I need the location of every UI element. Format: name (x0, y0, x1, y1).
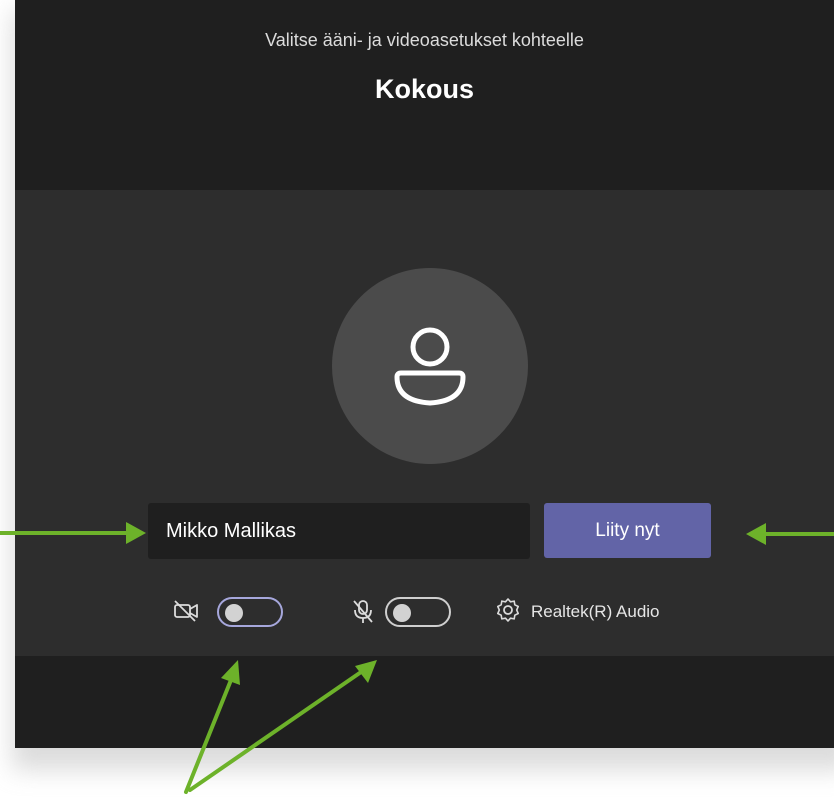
prejoin-window: Valitse ääni- ja videoasetukset kohteell… (15, 0, 834, 748)
prejoin-subtitle: Valitse ääni- ja videoasetukset kohteell… (265, 30, 584, 50)
microphone-toggle-knob (393, 604, 411, 622)
meeting-title: Kokous (374, 74, 474, 104)
prejoin-footer (15, 656, 834, 748)
camera-toggle[interactable] (217, 597, 283, 627)
mic-off-icon (352, 599, 374, 630)
preview-panel: Liity nyt (15, 190, 834, 656)
display-name-input[interactable] (148, 503, 530, 559)
join-now-button[interactable]: Liity nyt (544, 503, 711, 558)
avatar (332, 268, 528, 464)
microphone-toggle[interactable] (385, 597, 451, 627)
audio-device-selector[interactable]: Realtek(R) Audio (495, 590, 660, 634)
person-icon (394, 327, 466, 406)
audio-device-label: Realtek(R) Audio (531, 602, 660, 621)
prejoin-header: Valitse ääni- ja videoasetukset kohteell… (15, 0, 834, 190)
video-off-icon (173, 599, 199, 628)
camera-toggle-knob (225, 604, 243, 622)
gear-icon (495, 597, 521, 628)
device-controls: Realtek(R) Audio (15, 590, 834, 630)
